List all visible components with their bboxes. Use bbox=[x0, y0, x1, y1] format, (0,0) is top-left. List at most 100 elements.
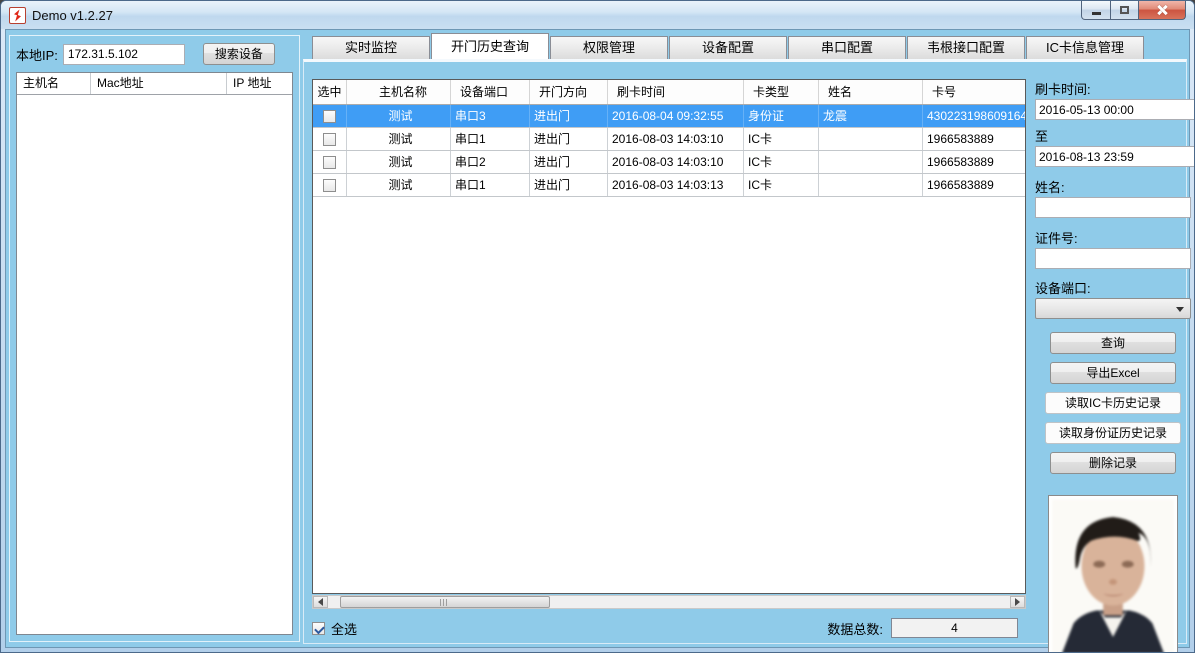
local-ip-label: 本地IP: bbox=[16, 45, 58, 64]
cell-name bbox=[819, 151, 923, 173]
grid-column-header[interactable]: 卡类型 bbox=[744, 80, 819, 104]
grid-column-header[interactable]: 主机名称 bbox=[347, 80, 451, 104]
maximize-icon bbox=[1120, 6, 1129, 14]
cell-select bbox=[313, 128, 347, 150]
read-id-history-button[interactable]: 读取身份证历史记录 bbox=[1045, 422, 1181, 444]
cell-card_type: 身份证 bbox=[744, 105, 819, 127]
total-count-value: 4 bbox=[891, 618, 1018, 638]
triangle-left-icon bbox=[318, 598, 323, 606]
scroll-right-button[interactable] bbox=[1010, 596, 1025, 608]
window-title: Demo v1.2.27 bbox=[32, 8, 113, 23]
cell-port: 串口1 bbox=[451, 174, 530, 196]
host-table-header: 主机名Mac地址IP 地址 bbox=[17, 73, 292, 95]
id-number-input[interactable] bbox=[1035, 248, 1191, 269]
tab-开门历史查询[interactable]: 开门历史查询 bbox=[431, 33, 549, 59]
horizontal-scrollbar[interactable] bbox=[312, 595, 1026, 609]
grid-body: 测试串口3进出门2016-08-04 09:32:55身份证龙震43022319… bbox=[313, 105, 1025, 197]
name-input[interactable] bbox=[1035, 197, 1191, 218]
close-icon bbox=[1156, 4, 1168, 16]
tab-权限管理[interactable]: 权限管理 bbox=[550, 36, 668, 59]
tab-设备配置[interactable]: 设备配置 bbox=[669, 36, 787, 59]
cell-select bbox=[313, 105, 347, 127]
cell-card_no: 430223198609164219 bbox=[923, 105, 1025, 127]
portrait-photo bbox=[1052, 499, 1174, 653]
host-column-header[interactable]: IP 地址 bbox=[227, 73, 292, 94]
time-to-input[interactable] bbox=[1035, 146, 1195, 167]
minimize-button[interactable] bbox=[1081, 1, 1111, 20]
local-ip-row: 本地IP: 搜索设备 bbox=[16, 42, 293, 66]
export-excel-button[interactable]: 导出Excel bbox=[1050, 362, 1176, 384]
cell-host: 测试 bbox=[347, 128, 451, 150]
tab-IC卡信息管理[interactable]: IC卡信息管理 bbox=[1026, 36, 1144, 59]
cell-direction: 进出门 bbox=[530, 128, 608, 150]
row-checkbox[interactable] bbox=[323, 133, 336, 146]
cell-host: 测试 bbox=[347, 174, 451, 196]
name-label: 姓名: bbox=[1035, 177, 1191, 193]
cell-direction: 进出门 bbox=[530, 105, 608, 127]
tab-串口配置[interactable]: 串口配置 bbox=[788, 36, 906, 59]
tab-韦根接口配置[interactable]: 韦根接口配置 bbox=[907, 36, 1025, 59]
close-button[interactable] bbox=[1139, 1, 1186, 20]
grid-column-header[interactable]: 选中 bbox=[313, 80, 347, 104]
cell-name bbox=[819, 174, 923, 196]
scrollbar-thumb[interactable] bbox=[340, 596, 550, 608]
grid-column-header[interactable]: 姓名 bbox=[819, 80, 923, 104]
minimize-icon bbox=[1092, 12, 1101, 15]
cell-time: 2016-08-03 14:03:10 bbox=[608, 151, 744, 173]
cell-card_type: IC卡 bbox=[744, 128, 819, 150]
total-count-label: 数据总数: bbox=[827, 619, 883, 638]
select-all-label: 全选 bbox=[331, 619, 357, 638]
delete-records-button[interactable]: 删除记录 bbox=[1050, 452, 1176, 474]
cell-port: 串口1 bbox=[451, 128, 530, 150]
time-from-input[interactable] bbox=[1035, 99, 1195, 120]
select-all-checkbox[interactable] bbox=[312, 622, 325, 635]
cell-port: 串口2 bbox=[451, 151, 530, 173]
chevron-down-icon bbox=[1176, 307, 1184, 312]
time-to-field bbox=[1035, 146, 1191, 167]
app-window: Demo v1.2.27 本地IP: 搜索设备 主机名Mac地址IP 地址 实时… bbox=[0, 0, 1195, 653]
scrollbar-track[interactable] bbox=[328, 596, 1010, 608]
local-ip-input[interactable] bbox=[63, 44, 185, 65]
query-form-panel: 刷卡时间: 至 bbox=[1035, 79, 1191, 639]
grid-column-header[interactable]: 开门方向 bbox=[530, 80, 608, 104]
cell-direction: 进出门 bbox=[530, 151, 608, 173]
cell-card_type: IC卡 bbox=[744, 174, 819, 196]
grid-column-header[interactable]: 刷卡时间 bbox=[608, 80, 744, 104]
table-row[interactable]: 测试串口1进出门2016-08-03 14:03:10IC卡1966583889 bbox=[313, 128, 1025, 151]
open-history-page: 选中主机名称设备端口开门方向刷卡时间卡类型姓名卡号 测试串口3进出门2016-0… bbox=[303, 59, 1187, 644]
cell-port: 串口3 bbox=[451, 105, 530, 127]
read-ic-history-button[interactable]: 读取IC卡历史记录 bbox=[1045, 392, 1181, 414]
host-list[interactable]: 主机名Mac地址IP 地址 bbox=[16, 72, 293, 635]
table-row[interactable]: 测试串口3进出门2016-08-04 09:32:55身份证龙震43022319… bbox=[313, 105, 1025, 128]
query-button[interactable]: 查询 bbox=[1050, 332, 1176, 354]
client-area: 本地IP: 搜索设备 主机名Mac地址IP 地址 实时监控开门历史查询权限管理设… bbox=[5, 29, 1190, 648]
search-devices-button[interactable]: 搜索设备 bbox=[203, 43, 275, 65]
triangle-right-icon bbox=[1015, 598, 1020, 606]
device-search-panel: 本地IP: 搜索设备 主机名Mac地址IP 地址 bbox=[9, 35, 300, 642]
cell-time: 2016-08-04 09:32:55 bbox=[608, 105, 744, 127]
table-row[interactable]: 测试串口2进出门2016-08-03 14:03:10IC卡1966583889 bbox=[313, 151, 1025, 174]
title-bar: Demo v1.2.27 bbox=[1, 1, 1194, 29]
app-icon bbox=[9, 7, 26, 24]
tab-实时监控[interactable]: 实时监控 bbox=[312, 36, 430, 59]
row-checkbox[interactable] bbox=[323, 156, 336, 169]
host-column-header[interactable]: 主机名 bbox=[17, 73, 91, 94]
cell-card_no: 1966583889 bbox=[923, 151, 1025, 173]
row-checkbox[interactable] bbox=[323, 110, 336, 123]
row-checkbox[interactable] bbox=[323, 179, 336, 192]
cell-host: 测试 bbox=[347, 105, 451, 127]
cell-select bbox=[313, 174, 347, 196]
maximize-button[interactable] bbox=[1111, 1, 1139, 20]
window-controls bbox=[1081, 1, 1186, 20]
cell-direction: 进出门 bbox=[530, 174, 608, 196]
table-row[interactable]: 测试串口1进出门2016-08-03 14:03:13IC卡1966583889 bbox=[313, 174, 1025, 197]
history-grid[interactable]: 选中主机名称设备端口开门方向刷卡时间卡类型姓名卡号 测试串口3进出门2016-0… bbox=[312, 79, 1026, 594]
host-column-header[interactable]: Mac地址 bbox=[91, 73, 227, 94]
scroll-left-button[interactable] bbox=[313, 596, 328, 608]
device-port-dropdown[interactable] bbox=[1035, 298, 1191, 319]
grid-column-header[interactable]: 设备端口 bbox=[451, 80, 530, 104]
cell-time: 2016-08-03 14:03:13 bbox=[608, 174, 744, 196]
id-photo bbox=[1048, 495, 1178, 653]
cell-name: 龙震 bbox=[819, 105, 923, 127]
grid-column-header[interactable]: 卡号 bbox=[923, 80, 1025, 104]
